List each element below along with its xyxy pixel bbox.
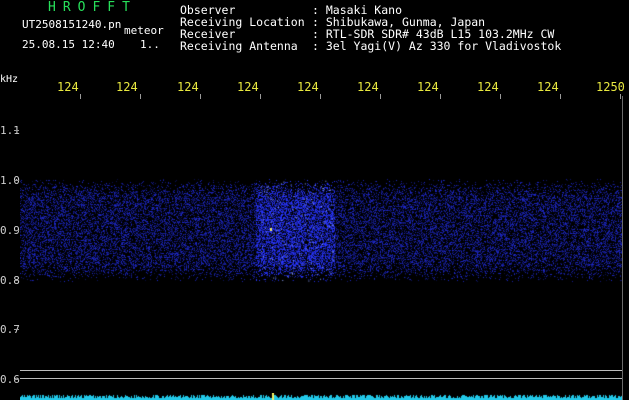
x-tick	[380, 94, 381, 99]
x-tick	[140, 94, 141, 99]
x-tick	[560, 94, 561, 99]
info-labels: Observer Receiving Location Receiver Rec…	[180, 4, 305, 52]
antenna-value: : 3el Yagi(V) Az 330 for Vladivostok	[312, 39, 562, 53]
meteor-label: meteor	[124, 24, 164, 37]
antenna-label: Receiving Antenna	[180, 39, 298, 53]
freq-label: 124	[116, 80, 138, 94]
right-axis	[622, 96, 623, 400]
freq-label: 124	[357, 80, 379, 94]
x-tick	[620, 94, 621, 99]
reference-line	[20, 378, 622, 379]
x-tick	[500, 94, 501, 99]
y-tick	[14, 329, 19, 330]
freq-label: 124	[477, 80, 499, 94]
freq-label: 124	[57, 80, 79, 94]
reference-line	[20, 370, 622, 371]
brand-title: HROFFT	[48, 0, 137, 15]
freq-label: 124	[417, 80, 439, 94]
y-tick	[14, 280, 19, 281]
freq-label: 124	[297, 80, 319, 94]
spectrogram-canvas	[20, 100, 622, 398]
noise-baseline	[20, 393, 622, 400]
freq-label: 1250	[596, 80, 625, 94]
x-tick	[260, 94, 261, 99]
y-tick	[14, 379, 19, 380]
x-tick	[320, 94, 321, 99]
freq-label: 124	[237, 80, 259, 94]
info-values: : Masaki Kano : Shibukawa, Gunma, Japan …	[312, 4, 561, 52]
y-tick	[14, 230, 19, 231]
y-tick	[14, 130, 19, 131]
y-tick	[14, 180, 19, 181]
x-tick	[440, 94, 441, 99]
x-tick	[80, 94, 81, 99]
freq-label: 124	[177, 80, 199, 94]
freq-label: 124	[537, 80, 559, 94]
meteor-count: 1..	[140, 38, 160, 51]
file-name: UT2508151240.pn	[22, 18, 122, 31]
date-time: 25.08.15 12:40	[22, 38, 115, 51]
x-tick	[200, 94, 201, 99]
frequency-axis: 124 124 124 124 124 124 124 124 124 1250	[0, 80, 629, 96]
